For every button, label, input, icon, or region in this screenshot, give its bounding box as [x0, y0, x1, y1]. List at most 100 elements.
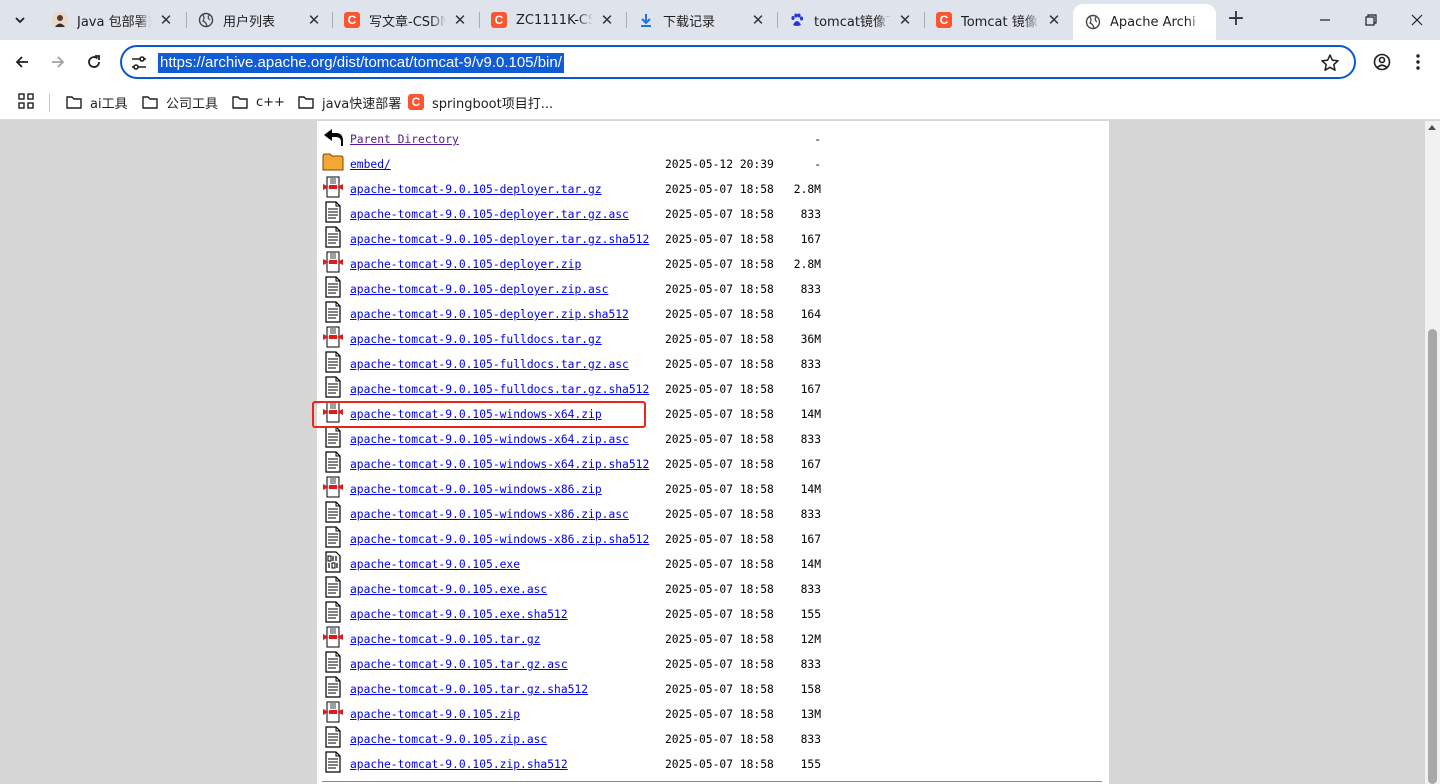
csdn-icon: C [344, 12, 360, 28]
file-size: - [814, 158, 821, 171]
restore-button[interactable] [1348, 0, 1394, 40]
last-modified: 2025-05-07 18:58 [665, 633, 774, 646]
tab-3[interactable]: C 写文章-CSDN ✕ [332, 4, 478, 36]
tab-4[interactable]: C ZC1111K-CSD ✕ [479, 4, 625, 36]
close-icon[interactable]: ✕ [452, 12, 468, 28]
file-row: apache-tomcat-9.0.105-fulldocs.tar.gz 202… [317, 324, 1109, 349]
text-file-icon [322, 226, 344, 248]
vertical-scrollbar[interactable] [1425, 121, 1440, 784]
file-size: 164 [800, 308, 821, 321]
tab-6[interactable]: tomcat镜像下 ✕ [777, 4, 923, 36]
last-modified: 2025-05-07 18:58 [665, 558, 774, 571]
folder-icon [232, 96, 248, 109]
file-link[interactable]: apache-tomcat-9.0.105.exe.sha512 [350, 608, 568, 621]
text-file-icon [322, 501, 344, 523]
tab-7[interactable]: C Tomcat 镜像下 ✕ [924, 4, 1072, 36]
file-row: apache-tomcat-9.0.105.zip.sha512 2025-05-… [317, 749, 1109, 774]
bookmark-folder-company[interactable]: 公司工具 [142, 91, 218, 113]
file-link[interactable]: apache-tomcat-9.0.105-deployer.tar.gz.as… [350, 208, 629, 221]
csdn-icon: C [408, 94, 424, 110]
site-settings-icon[interactable] [130, 54, 148, 72]
file-size: 833 [800, 583, 821, 596]
tab-5[interactable]: 下载记录 ✕ [626, 4, 776, 36]
tab-title: ZC1111K-CSD [516, 12, 593, 28]
file-size: 2.8M [793, 183, 821, 196]
file-link[interactable]: embed/ [350, 158, 391, 171]
bookmark-springboot[interactable]: C springboot项目打... [408, 91, 553, 113]
last-modified: 2025-05-07 18:58 [665, 358, 774, 371]
file-link[interactable]: apache-tomcat-9.0.105.zip.sha512 [350, 758, 568, 771]
globe-icon [1085, 14, 1101, 30]
close-icon[interactable]: ✕ [897, 12, 913, 28]
bookmark-folder-cpp[interactable]: c++ [232, 91, 285, 113]
file-link[interactable]: apache-tomcat-9.0.105-windows-x64.zip.sh… [350, 458, 649, 471]
minimize-button[interactable] [1302, 0, 1348, 40]
file-link[interactable]: apache-tomcat-9.0.105.exe.asc [350, 583, 547, 596]
file-link[interactable]: apache-tomcat-9.0.105-fulldocs.tar.gz.sh… [350, 383, 649, 396]
file-link[interactable]: apache-tomcat-9.0.105-windows-x64.zip.as… [350, 433, 629, 446]
file-size: 155 [800, 758, 821, 771]
bookmark-folder-ai[interactable]: ai工具 [66, 91, 128, 113]
address-bar[interactable]: https://archive.apache.org/dist/tomcat/t… [120, 45, 1356, 79]
reload-button[interactable] [79, 47, 109, 77]
csdn-icon: C [491, 12, 507, 28]
file-size: 13M [800, 708, 821, 721]
file-link[interactable]: apache-tomcat-9.0.105-fulldocs.tar.gz.as… [350, 358, 629, 371]
file-row: apache-tomcat-9.0.105.exe.asc 2025-05-07 … [317, 574, 1109, 599]
close-icon[interactable]: ✕ [306, 12, 322, 28]
tab-search-button[interactable] [8, 8, 32, 32]
restore-icon [1365, 14, 1377, 26]
file-link[interactable]: apache-tomcat-9.0.105-deployer.zip [350, 258, 581, 271]
text-file-icon [322, 676, 344, 698]
bookmark-folder-java[interactable]: java快速部署 [298, 91, 401, 113]
tab-8-active[interactable]: Apache Archi [1073, 4, 1216, 40]
file-link[interactable]: apache-tomcat-9.0.105-deployer.zip.asc [350, 283, 608, 296]
text-file-icon [322, 426, 344, 448]
scrollbar-thumb[interactable] [1428, 329, 1437, 784]
file-link[interactable]: apache-tomcat-9.0.105.exe [350, 558, 520, 571]
parent-directory-link[interactable]: Parent Directory [350, 133, 459, 146]
close-icon[interactable]: ✕ [750, 12, 766, 28]
close-window-button[interactable] [1394, 0, 1440, 40]
menu-button[interactable] [1403, 47, 1433, 77]
file-link[interactable]: apache-tomcat-9.0.105-fulldocs.tar.gz [350, 333, 602, 346]
forward-button[interactable] [43, 47, 73, 77]
file-link[interactable]: apache-tomcat-9.0.105.zip.asc [350, 733, 547, 746]
file-link[interactable]: apache-tomcat-9.0.105.tar.gz.asc [350, 658, 568, 671]
file-link[interactable]: apache-tomcat-9.0.105-deployer.zip.sha51… [350, 308, 629, 321]
file-row: apache-tomcat-9.0.105-fulldocs.tar.gz.as… [317, 349, 1109, 374]
url-text[interactable]: https://archive.apache.org/dist/tomcat/t… [158, 53, 564, 73]
file-link[interactable]: apache-tomcat-9.0.105-windows-x64.zip [350, 408, 602, 421]
file-link[interactable]: apache-tomcat-9.0.105-deployer.tar.gz [350, 183, 602, 196]
last-modified: 2025-05-07 18:58 [665, 233, 774, 246]
tab-1[interactable]: Java 包部署对 ✕ [40, 4, 184, 36]
back-button[interactable] [7, 47, 37, 77]
back-icon [322, 126, 344, 148]
compressed-icon [322, 401, 344, 423]
apps-grid-icon[interactable] [18, 93, 34, 109]
file-link[interactable]: apache-tomcat-9.0.105.tar.gz [350, 633, 540, 646]
tab-2[interactable]: 用户列表 ✕ [186, 4, 332, 36]
globe-icon [198, 12, 214, 28]
listing-divider [322, 781, 1102, 782]
close-icon[interactable]: ✕ [158, 12, 174, 28]
new-tab-button[interactable]: + [1224, 8, 1248, 32]
file-link[interactable]: apache-tomcat-9.0.105-deployer.tar.gz.sh… [350, 233, 649, 246]
close-icon[interactable]: ✕ [1046, 12, 1062, 28]
file-link[interactable]: apache-tomcat-9.0.105.tar.gz.sha512 [350, 683, 588, 696]
file-size: 167 [800, 233, 821, 246]
close-icon[interactable]: ✕ [599, 12, 615, 28]
file-link[interactable]: apache-tomcat-9.0.105-windows-x86.zip.sh… [350, 533, 649, 546]
last-modified: 2025-05-07 18:58 [665, 658, 774, 671]
last-modified: 2025-05-07 18:58 [665, 533, 774, 546]
compressed-icon [322, 701, 344, 723]
profile-button[interactable] [1367, 47, 1397, 77]
file-link[interactable]: apache-tomcat-9.0.105-windows-x86.zip.as… [350, 508, 629, 521]
arrow-right-icon [52, 56, 65, 68]
file-link[interactable]: apache-tomcat-9.0.105-windows-x86.zip [350, 483, 602, 496]
text-file-icon [322, 201, 344, 223]
scroll-up-arrow-icon[interactable] [1428, 125, 1436, 130]
file-row: apache-tomcat-9.0.105-deployer.zip.sha51… [317, 299, 1109, 324]
bookmark-star-icon[interactable] [1320, 53, 1340, 73]
file-link[interactable]: apache-tomcat-9.0.105.zip [350, 708, 520, 721]
